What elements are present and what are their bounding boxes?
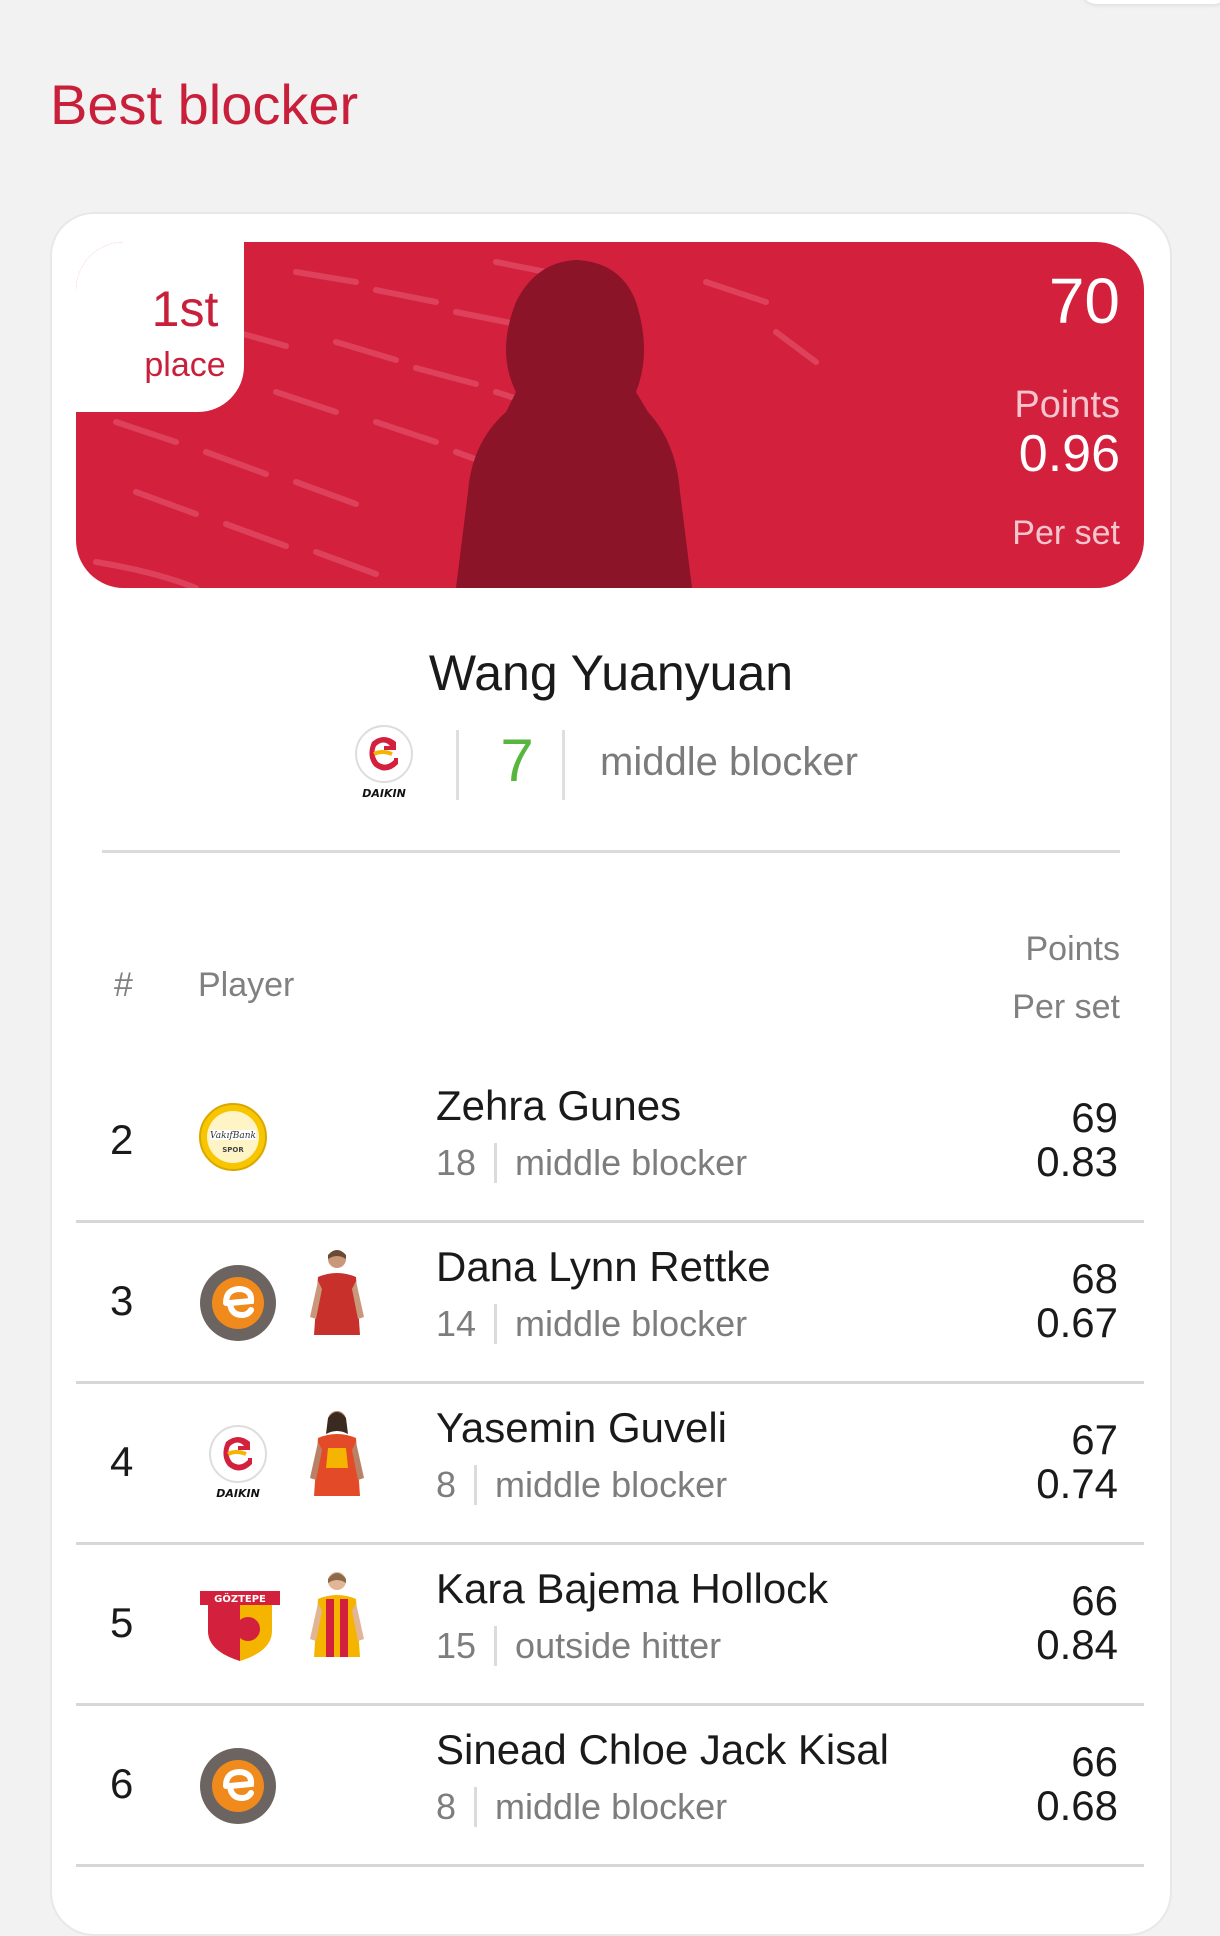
table-row[interactable]: 4 DAIKIN Yasemin Guveli 8 middle blocker…: [76, 1384, 1144, 1545]
player-number: 14: [436, 1303, 477, 1344]
table-row[interactable]: 6 Sinead Chloe Jack Kisal 8 middle block…: [76, 1706, 1144, 1867]
player-name[interactable]: Dana Lynn Rettke: [436, 1243, 771, 1291]
row-points: 66: [1071, 1577, 1118, 1624]
vakifbank-logo-icon: VakıfBank SPOR: [199, 1103, 267, 1171]
player-number: 15: [436, 1625, 477, 1666]
player-position: middle blocker: [495, 1464, 728, 1505]
player-name[interactable]: Sinead Chloe Jack Kisal: [436, 1726, 889, 1774]
row-rank: 2: [110, 1116, 134, 1163]
table-row[interactable]: 2 VakıfBank SPOR Zehra Gunes 18 middle b…: [76, 1062, 1144, 1223]
player-meta: 15 outside hitter: [436, 1625, 721, 1667]
leader-rank-label: place: [144, 346, 226, 384]
player-number: 8: [436, 1786, 457, 1827]
player-meta: 18 middle blocker: [436, 1142, 747, 1184]
leader-per-set: 0.96: [1018, 425, 1120, 483]
galatasaray-daikin-logo-icon[interactable]: DAIKIN: [344, 724, 424, 804]
page-title: Best blocker: [50, 73, 359, 136]
column-header-per-set: Per set: [1012, 988, 1120, 1026]
leader-rank: 1st: [151, 281, 219, 337]
eczacibasi-logo-icon: [200, 1748, 276, 1824]
svg-text:VakıfBank: VakıfBank: [210, 1131, 256, 1141]
player-position: outside hitter: [515, 1625, 722, 1666]
svg-text:DAIKIN: DAIKIN: [216, 1487, 260, 1500]
column-header-player: Player: [198, 966, 295, 1004]
meta-divider: [456, 730, 459, 800]
leader-per-set-label: Per set: [1012, 514, 1120, 552]
row-per-set: 0.83: [1036, 1138, 1118, 1185]
player-name[interactable]: Yasemin Guveli: [436, 1404, 727, 1452]
row-rank: 6: [110, 1760, 134, 1807]
eczacibasi-logo-icon: [200, 1265, 276, 1341]
row-per-set: 0.74: [1036, 1460, 1118, 1507]
table-row[interactable]: 5 GÖZTEPE Kara Bajema Hollock 15 outside…: [76, 1545, 1144, 1706]
galatasaray-daikin-logo-icon: DAIKIN: [209, 1425, 267, 1500]
svg-text:DAIKIN: DAIKIN: [362, 787, 406, 800]
top-overlay-pill: [1080, 0, 1220, 4]
player-photo: [310, 1250, 364, 1335]
player-name[interactable]: Kara Bajema Hollock: [436, 1565, 828, 1613]
section-divider: [102, 850, 1120, 853]
player-position: middle blocker: [495, 1786, 728, 1827]
player-meta: 8 middle blocker: [436, 1786, 727, 1828]
leader-jersey-number: 7: [500, 727, 534, 794]
player-meta: 14 middle blocker: [436, 1303, 747, 1345]
row-per-set: 0.67: [1036, 1299, 1118, 1346]
row-rank: 5: [110, 1599, 134, 1646]
best-blocker-card: 1st place 70 Points 0.96 Per set Wang Yu…: [50, 212, 1172, 1936]
meta-divider: [562, 730, 565, 800]
meta-divider: [494, 1304, 498, 1344]
meta-divider: [494, 1143, 498, 1183]
leader-points: 70: [1048, 265, 1120, 337]
svg-text:SPOR: SPOR: [222, 1146, 244, 1154]
row-rank: 3: [110, 1277, 134, 1324]
row-per-set: 0.68: [1036, 1782, 1118, 1829]
player-number: 18: [436, 1142, 477, 1183]
player-meta: 8 middle blocker: [436, 1464, 727, 1506]
player-photo: [310, 1572, 364, 1657]
row-points: 68: [1071, 1255, 1118, 1302]
player-position: middle blocker: [515, 1142, 748, 1183]
table-row[interactable]: 3 Dana Lynn Rettke 14 middle blocker 68 …: [76, 1223, 1144, 1384]
svg-text:GÖZTEPE: GÖZTEPE: [214, 1591, 266, 1605]
player-number: 8: [436, 1464, 457, 1505]
column-header-points: Points: [1025, 930, 1121, 968]
meta-divider: [474, 1465, 478, 1505]
row-per-set: 0.84: [1036, 1621, 1118, 1668]
goztepe-logo-icon: GÖZTEPE: [200, 1591, 280, 1661]
leader-meta: DAIKIN 7 middle blocker: [52, 724, 1170, 804]
meta-divider: [474, 1787, 478, 1827]
row-points: 67: [1071, 1416, 1118, 1463]
player-name[interactable]: Zehra Gunes: [436, 1082, 681, 1130]
player-position: middle blocker: [515, 1303, 748, 1344]
row-points: 69: [1071, 1094, 1118, 1141]
column-header-rank: #: [114, 966, 133, 1004]
row-points: 66: [1071, 1738, 1118, 1785]
player-photo: [310, 1411, 364, 1496]
row-divider: [76, 1864, 1144, 1867]
row-rank: 4: [110, 1438, 134, 1485]
meta-divider: [494, 1626, 498, 1666]
leader-points-label: Points: [1014, 384, 1120, 426]
leader-name: Wang Yuanyuan: [428, 645, 794, 701]
leader-position: middle blocker: [600, 740, 858, 784]
